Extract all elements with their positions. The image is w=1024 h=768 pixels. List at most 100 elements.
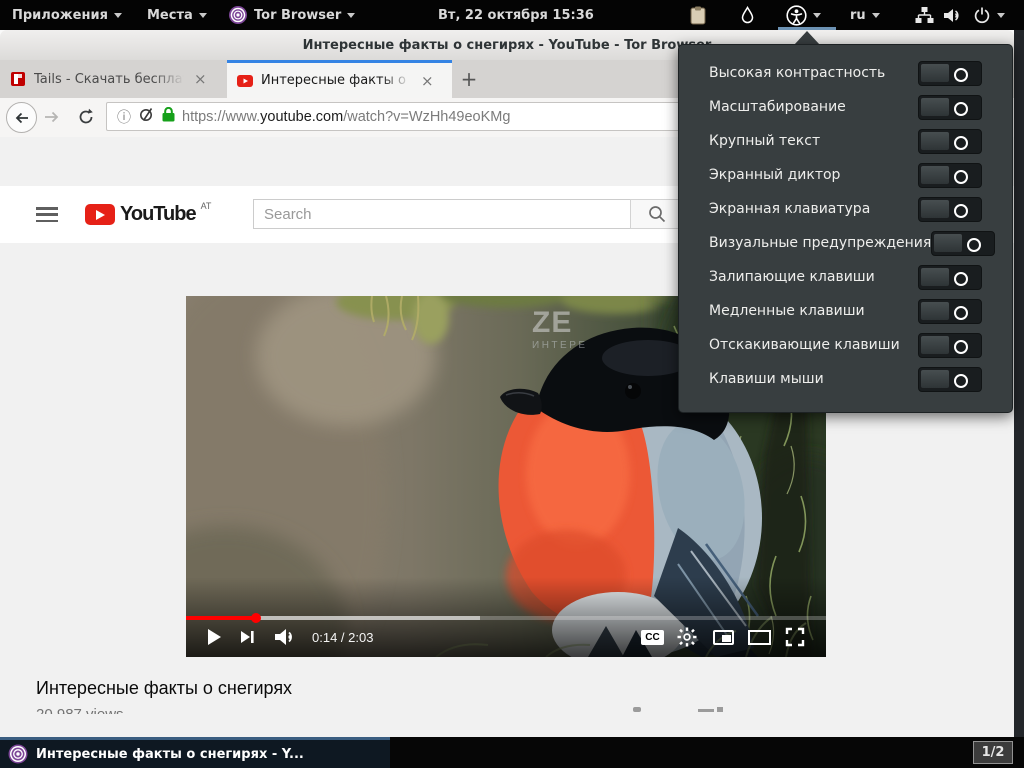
miniplayer-icon bbox=[713, 629, 734, 645]
tor-browser-menu[interactable]: Tor Browser bbox=[228, 0, 356, 30]
toggle-off-ring bbox=[954, 305, 968, 320]
toggle-knob bbox=[920, 96, 950, 117]
miniplayer-button[interactable] bbox=[713, 625, 734, 649]
back-button[interactable] bbox=[6, 102, 37, 133]
chevron-down-icon bbox=[113, 12, 122, 18]
theater-mode-icon bbox=[748, 629, 771, 645]
tor-browser-icon bbox=[229, 6, 247, 24]
a11y-item-label: Залипающие клавиши bbox=[709, 269, 875, 285]
a11y-item-slow-keys: Медленные клавиши bbox=[679, 294, 1012, 328]
tab-title: Интересные факты о сн bbox=[261, 73, 411, 88]
youtube-country-code: AT bbox=[200, 201, 212, 211]
fullscreen-button[interactable] bbox=[785, 625, 805, 649]
accessibility-menu-button[interactable] bbox=[786, 0, 821, 30]
page-info-icon[interactable]: ⓘ bbox=[117, 107, 131, 127]
active-menu-underline bbox=[778, 27, 836, 30]
play-button[interactable] bbox=[206, 625, 222, 649]
forward-button[interactable] bbox=[42, 108, 62, 130]
toggle-knob bbox=[920, 300, 950, 321]
a11y-item-high-contrast: Высокая контрастность bbox=[679, 56, 1012, 90]
dislike-icon[interactable] bbox=[698, 709, 714, 712]
youtube-favicon bbox=[237, 73, 253, 89]
tails-favicon bbox=[10, 71, 26, 87]
desktop-background bbox=[1014, 30, 1024, 737]
search-input[interactable] bbox=[254, 200, 630, 228]
volume-status-icon[interactable] bbox=[943, 0, 963, 30]
power-menu[interactable] bbox=[973, 0, 1005, 30]
toggle-switch-off[interactable] bbox=[918, 332, 982, 358]
search-icon bbox=[648, 206, 665, 223]
url-domain: youtube.com bbox=[260, 108, 344, 125]
tails-upgrade-icon[interactable] bbox=[740, 0, 755, 30]
toggle-switch-off[interactable] bbox=[918, 128, 982, 154]
toggle-switch-off[interactable] bbox=[918, 60, 982, 86]
toggle-knob bbox=[920, 266, 950, 287]
accessibility-icon bbox=[786, 4, 807, 26]
url-path: /watch?v=WzHh49eoKMg bbox=[343, 108, 511, 125]
places-label: Места bbox=[147, 7, 193, 23]
places-menu[interactable]: Места bbox=[147, 0, 207, 30]
applications-menu[interactable]: Приложения bbox=[12, 0, 122, 30]
progress-played bbox=[186, 616, 257, 620]
toggle-switch-off[interactable] bbox=[918, 196, 982, 222]
toggle-off-ring bbox=[954, 169, 968, 184]
clock-label: Вт, 22 октября 15:36 bbox=[438, 7, 594, 23]
chevron-down-icon bbox=[871, 12, 880, 18]
toggle-off-ring bbox=[954, 135, 968, 150]
search-box bbox=[253, 199, 631, 229]
progress-bar[interactable] bbox=[186, 613, 826, 623]
taskbar-window-button[interactable]: Интересные факты о снегирях - Y... bbox=[0, 737, 390, 768]
back-arrow-icon bbox=[15, 112, 28, 123]
power-icon bbox=[974, 7, 990, 24]
toggle-switch-off[interactable] bbox=[918, 298, 982, 324]
toggle-switch-off[interactable] bbox=[918, 366, 982, 392]
search-button[interactable] bbox=[630, 199, 683, 229]
toggle-switch-off[interactable] bbox=[918, 94, 982, 120]
settings-button[interactable] bbox=[677, 625, 697, 649]
toggle-off-ring bbox=[954, 101, 968, 116]
time-display: 0:14 / 2:03 bbox=[312, 629, 374, 645]
toggle-off-ring bbox=[954, 271, 968, 286]
chevron-down-icon bbox=[997, 12, 1005, 18]
a11y-item-label: Клавиши мыши bbox=[709, 371, 824, 387]
close-icon[interactable]: × bbox=[194, 70, 207, 88]
clipboard-status-icon[interactable] bbox=[690, 0, 706, 30]
a11y-item-screen-reader: Экранный диктор bbox=[679, 158, 1012, 192]
a11y-item-label: Визуальные предупреждения bbox=[709, 235, 932, 251]
toggle-off-ring bbox=[954, 339, 968, 354]
a11y-item-label: Медленные клавиши bbox=[709, 303, 865, 319]
network-icon[interactable] bbox=[915, 0, 934, 30]
toggle-switch-off[interactable] bbox=[918, 162, 982, 188]
tor-browser-label: Tor Browser bbox=[254, 7, 342, 23]
toggle-off-ring bbox=[954, 203, 968, 218]
tab-youtube[interactable]: Интересные факты о сн × bbox=[227, 60, 452, 98]
a11y-item-label: Высокая контрастность bbox=[709, 65, 886, 81]
toggle-switch-off[interactable] bbox=[918, 264, 982, 290]
keyboard-layout-menu[interactable]: ru bbox=[850, 0, 880, 30]
a11y-item-label: Масштабирование bbox=[709, 99, 846, 115]
like-icon[interactable] bbox=[633, 707, 641, 712]
tor-circuit-icon[interactable] bbox=[138, 106, 155, 127]
toggle-switch-off[interactable] bbox=[931, 230, 996, 256]
theater-button[interactable] bbox=[748, 625, 771, 649]
lock-icon[interactable] bbox=[162, 106, 175, 126]
tor-browser-icon bbox=[8, 744, 28, 764]
tab-tails[interactable]: Tails - Скачать бесплатн × bbox=[0, 60, 222, 98]
volume-button[interactable] bbox=[274, 625, 298, 649]
share-icon[interactable] bbox=[717, 707, 723, 712]
gnome-top-bar: Приложения Места Tor Browser Вт, 22 октя… bbox=[0, 0, 1024, 30]
menu-hamburger-icon[interactable] bbox=[36, 207, 58, 222]
workspace-switcher[interactable]: 1/2 bbox=[973, 741, 1013, 764]
video-title: Интересные факты о снегирях bbox=[36, 678, 293, 698]
gear-icon bbox=[677, 627, 697, 647]
close-icon[interactable]: × bbox=[421, 72, 434, 90]
youtube-logo[interactable]: YouTube AT bbox=[85, 201, 211, 226]
a11y-item-sticky-keys: Залипающие клавиши bbox=[679, 260, 1012, 294]
captions-button[interactable]: CC bbox=[641, 625, 664, 649]
toggle-off-ring bbox=[954, 67, 968, 82]
next-button[interactable] bbox=[240, 625, 256, 649]
clock[interactable]: Вт, 22 октября 15:36 bbox=[438, 0, 594, 30]
reload-button[interactable] bbox=[76, 107, 96, 131]
fullscreen-icon bbox=[785, 627, 805, 647]
new-tab-button[interactable]: + bbox=[452, 60, 486, 98]
